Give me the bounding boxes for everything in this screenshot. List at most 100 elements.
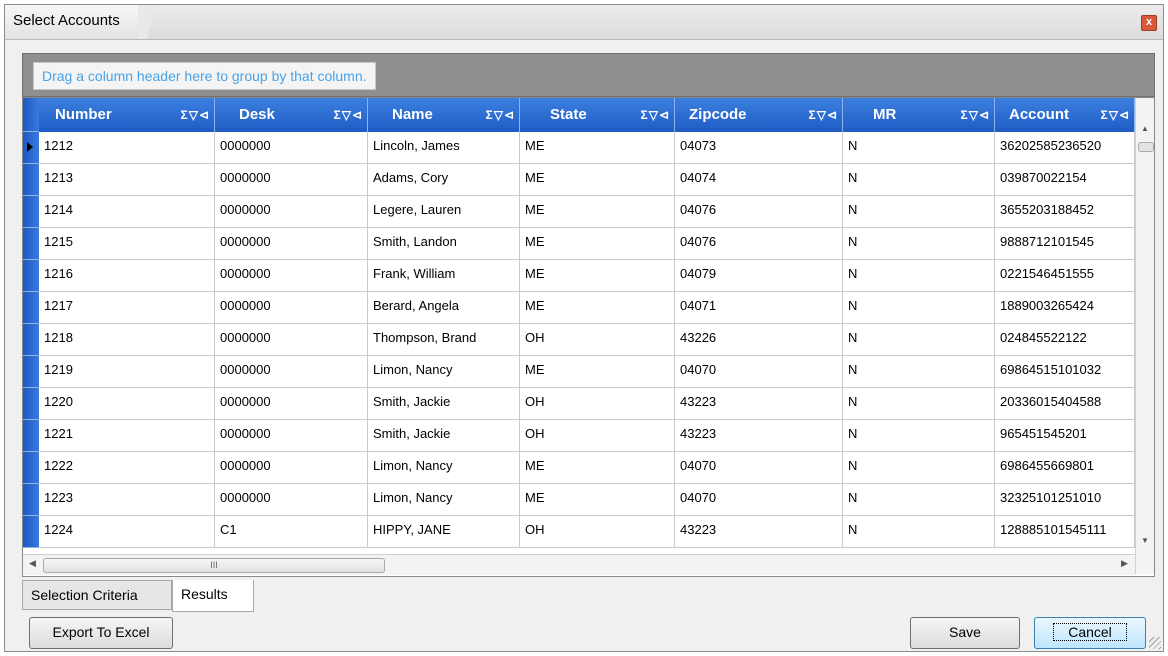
table-cell-name[interactable]: Berard, Angela [368, 292, 520, 324]
column-tools-icon[interactable]: Σ▽⊲ [181, 98, 210, 132]
table-cell-account[interactable]: 3655203188452 [995, 196, 1135, 228]
table-cell-desk[interactable]: 0000000 [215, 260, 368, 292]
table-cell-zipcode[interactable]: 43226 [675, 324, 843, 356]
vertical-scrollbar[interactable]: ▲ ▼ [1135, 98, 1154, 574]
table-cell-account[interactable]: 965451545201 [995, 420, 1135, 452]
table-cell-zipcode[interactable]: 04071 [675, 292, 843, 324]
table-cell-mr[interactable]: N [843, 260, 995, 292]
column-tools-icon[interactable]: Σ▽⊲ [809, 98, 838, 132]
table-cell-number[interactable]: 1214 [39, 196, 215, 228]
column-header-desk[interactable]: Desk Σ▽⊲ [215, 98, 368, 132]
table-cell-desk[interactable]: 0000000 [215, 324, 368, 356]
column-header-number[interactable]: Number Σ▽⊲ [39, 98, 215, 132]
column-tools-icon[interactable]: Σ▽⊲ [334, 98, 363, 132]
table-cell-name[interactable]: Smith, Jackie [368, 420, 520, 452]
row-selector[interactable] [23, 324, 39, 356]
table-cell-name[interactable]: HIPPY, JANE [368, 516, 520, 548]
vertical-scroll-thumb[interactable] [1138, 142, 1154, 152]
table-cell-state[interactable]: ME [520, 292, 675, 324]
table-cell-number[interactable]: 1212 [39, 132, 215, 164]
table-cell-state[interactable]: OH [520, 324, 675, 356]
table-cell-name[interactable]: Limon, Nancy [368, 356, 520, 388]
export-to-excel-button[interactable]: Export To Excel [29, 617, 173, 649]
table-cell-number[interactable]: 1221 [39, 420, 215, 452]
cancel-button[interactable]: Cancel [1034, 617, 1146, 649]
table-cell-state[interactable]: OH [520, 516, 675, 548]
table-cell-zipcode[interactable]: 43223 [675, 420, 843, 452]
table-cell-desk[interactable]: 0000000 [215, 164, 368, 196]
column-header-state[interactable]: State Σ▽⊲ [520, 98, 675, 132]
table-cell-number[interactable]: 1218 [39, 324, 215, 356]
table-cell-number[interactable]: 1215 [39, 228, 215, 260]
row-selector[interactable] [23, 484, 39, 516]
column-tools-icon[interactable]: Σ▽⊲ [641, 98, 670, 132]
table-cell-number[interactable]: 1219 [39, 356, 215, 388]
table-cell-state[interactable]: ME [520, 356, 675, 388]
table-cell-name[interactable]: Legere, Lauren [368, 196, 520, 228]
table-cell-name[interactable]: Lincoln, James [368, 132, 520, 164]
table-cell-state[interactable]: ME [520, 196, 675, 228]
row-selector[interactable] [23, 388, 39, 420]
table-cell-state[interactable]: OH [520, 388, 675, 420]
table-cell-desk[interactable]: 0000000 [215, 228, 368, 260]
row-selector[interactable] [23, 196, 39, 228]
accounts-grid[interactable]: Number Σ▽⊲ Desk Σ▽⊲ Name Σ▽⊲ State Σ▽⊲ Zipcode Σ▽… [22, 97, 1155, 577]
table-cell-mr[interactable]: N [843, 356, 995, 388]
horizontal-scrollbar[interactable]: ◀ III ▶ [23, 554, 1135, 575]
table-cell-number[interactable]: 1224 [39, 516, 215, 548]
table-cell-account[interactable]: 69864515101032 [995, 356, 1135, 388]
column-tools-icon[interactable]: Σ▽⊲ [486, 98, 515, 132]
table-cell-account[interactable]: 0221546451555 [995, 260, 1135, 292]
table-cell-name[interactable]: Smith, Landon [368, 228, 520, 260]
row-selector[interactable] [23, 516, 39, 548]
close-icon[interactable]: x [1141, 15, 1157, 31]
table-cell-desk[interactable]: 0000000 [215, 292, 368, 324]
table-cell-desk[interactable]: C1 [215, 516, 368, 548]
column-header-mr[interactable]: MR Σ▽⊲ [843, 98, 995, 132]
table-cell-account[interactable]: 20336015404588 [995, 388, 1135, 420]
table-cell-state[interactable]: ME [520, 260, 675, 292]
table-cell-name[interactable]: Smith, Jackie [368, 388, 520, 420]
table-cell-desk[interactable]: 0000000 [215, 484, 368, 516]
scroll-up-icon[interactable]: ▲ [1141, 124, 1149, 133]
table-cell-number[interactable]: 1213 [39, 164, 215, 196]
table-cell-desk[interactable]: 0000000 [215, 132, 368, 164]
table-cell-zipcode[interactable]: 04074 [675, 164, 843, 196]
row-selector[interactable] [23, 228, 39, 260]
table-cell-state[interactable]: ME [520, 484, 675, 516]
table-cell-zipcode[interactable]: 43223 [675, 388, 843, 420]
column-header-account[interactable]: Account Σ▽⊲ [995, 98, 1135, 132]
table-cell-number[interactable]: 1223 [39, 484, 215, 516]
table-cell-zipcode[interactable]: 04070 [675, 452, 843, 484]
table-cell-name[interactable]: Thompson, Brand [368, 324, 520, 356]
table-cell-state[interactable]: ME [520, 132, 675, 164]
row-selector[interactable] [23, 132, 39, 164]
column-tools-icon[interactable]: Σ▽⊲ [961, 98, 990, 132]
table-cell-desk[interactable]: 0000000 [215, 356, 368, 388]
table-cell-account[interactable]: 1889003265424 [995, 292, 1135, 324]
row-selector[interactable] [23, 260, 39, 292]
table-cell-account[interactable]: 36202585236520 [995, 132, 1135, 164]
table-cell-mr[interactable]: N [843, 132, 995, 164]
table-cell-mr[interactable]: N [843, 164, 995, 196]
table-cell-state[interactable]: ME [520, 164, 675, 196]
table-cell-name[interactable]: Limon, Nancy [368, 484, 520, 516]
table-cell-desk[interactable]: 0000000 [215, 196, 368, 228]
table-cell-account[interactable]: 6986455669801 [995, 452, 1135, 484]
scroll-right-icon[interactable]: ▶ [1121, 558, 1128, 569]
scroll-left-icon[interactable]: ◀ [29, 558, 36, 569]
table-cell-account[interactable]: 32325101251010 [995, 484, 1135, 516]
table-cell-number[interactable]: 1216 [39, 260, 215, 292]
save-button[interactable]: Save [910, 617, 1020, 649]
table-cell-zipcode[interactable]: 04070 [675, 484, 843, 516]
row-selector[interactable] [23, 292, 39, 324]
tab-selection-criteria[interactable]: Selection Criteria [22, 580, 172, 610]
table-cell-zipcode[interactable]: 04073 [675, 132, 843, 164]
table-cell-account[interactable]: 039870022154 [995, 164, 1135, 196]
table-cell-mr[interactable]: N [843, 420, 995, 452]
table-cell-mr[interactable]: N [843, 292, 995, 324]
table-cell-account[interactable]: 9888712101545 [995, 228, 1135, 260]
table-cell-state[interactable]: ME [520, 452, 675, 484]
table-cell-desk[interactable]: 0000000 [215, 452, 368, 484]
table-cell-zipcode[interactable]: 04076 [675, 228, 843, 260]
